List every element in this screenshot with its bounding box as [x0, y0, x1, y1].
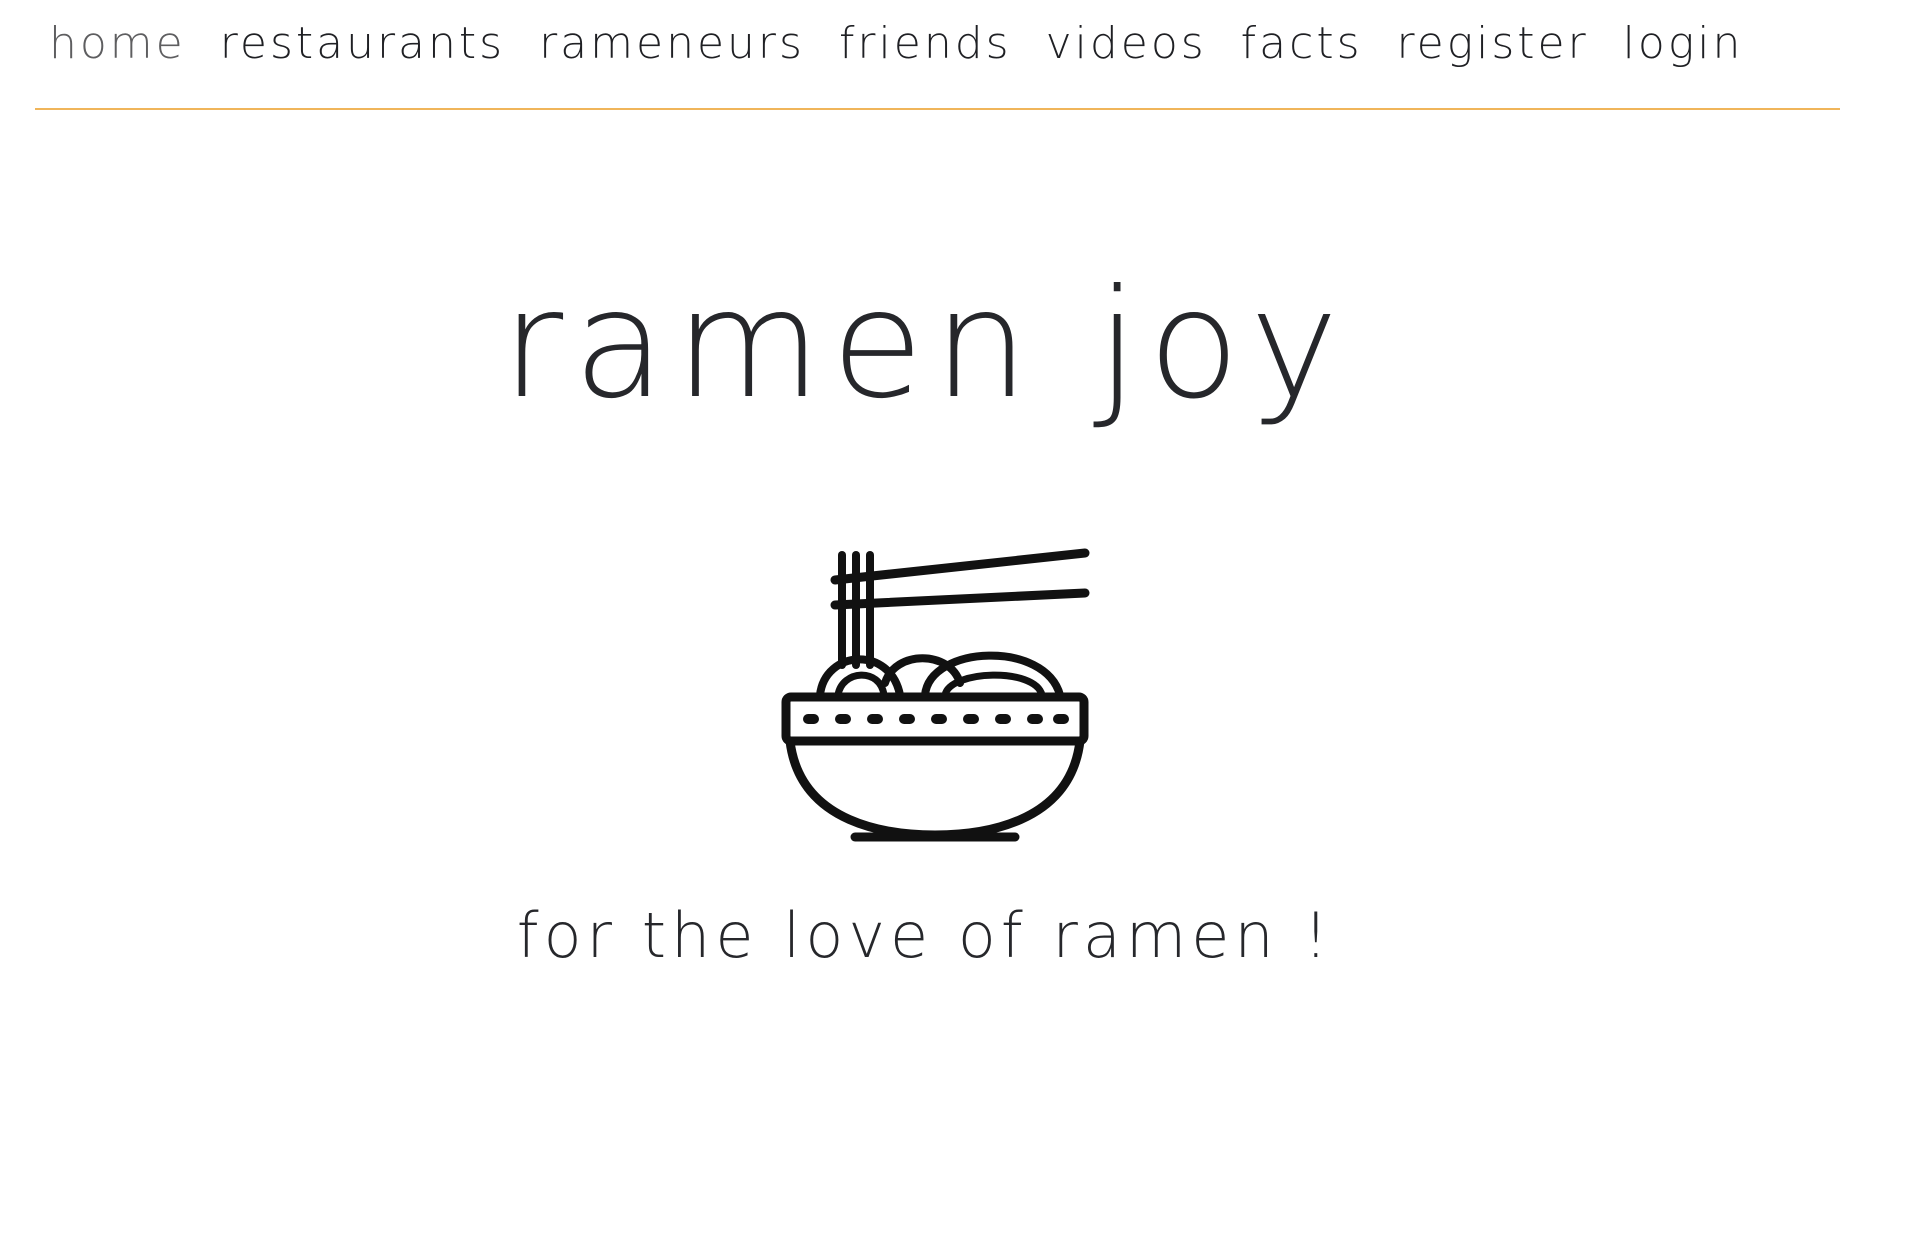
- site-title: ramen joy: [501, 258, 1349, 432]
- tagline: for the love of ramen !: [516, 899, 1334, 972]
- hero-section: ramen joy for the love of ramen !: [0, 0, 1850, 1242]
- ramen-bowl-icon: [781, 548, 1090, 842]
